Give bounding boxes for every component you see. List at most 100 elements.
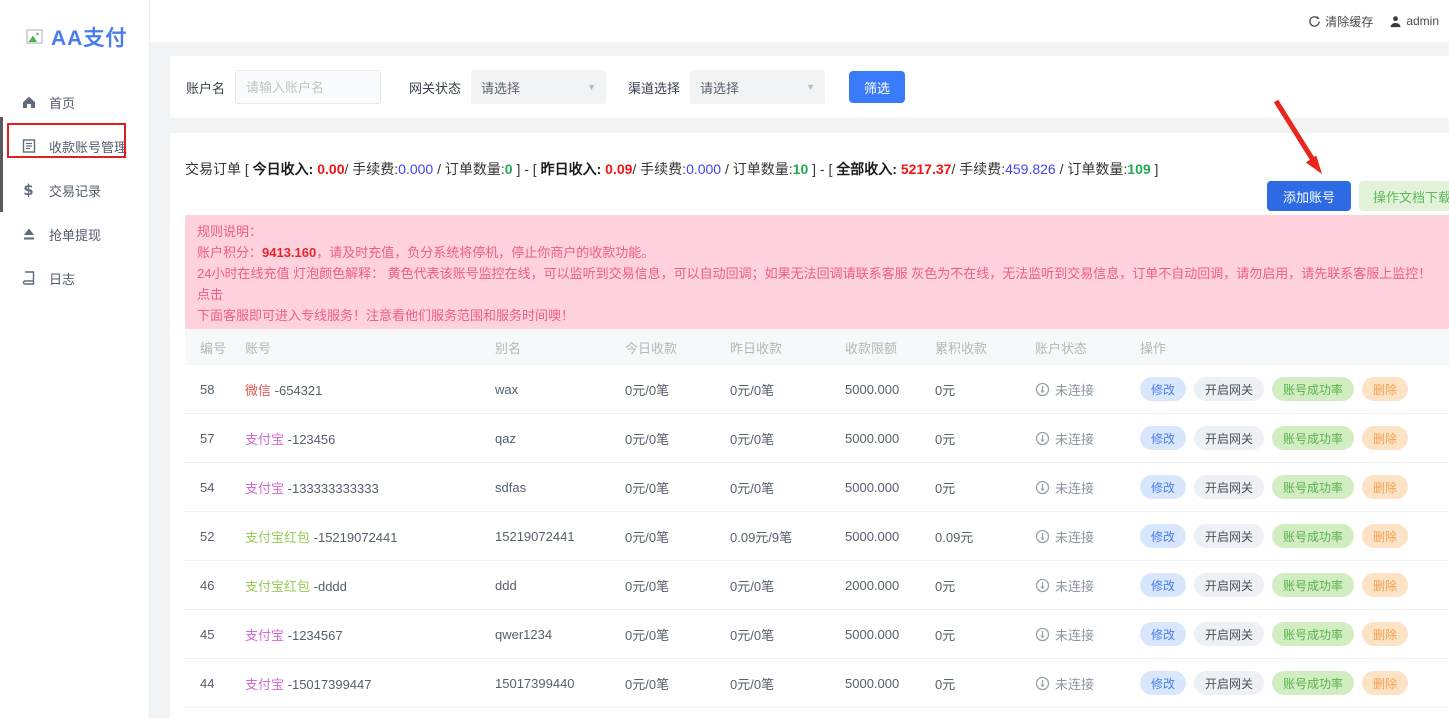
col-header: 今日收款 bbox=[625, 338, 730, 357]
edit-button[interactable]: 修改 bbox=[1140, 622, 1186, 646]
col-header: 收款限额 bbox=[845, 338, 935, 357]
sidebar-item-label: 抢单提现 bbox=[49, 225, 101, 244]
delete-button[interactable]: 删除 bbox=[1362, 622, 1408, 646]
cell-alias: 15219072441 bbox=[495, 529, 625, 544]
channel-select-label: 渠道选择 bbox=[628, 78, 680, 97]
channel-label: 支付宝 bbox=[245, 677, 284, 692]
cell-total-income: 0元 bbox=[935, 429, 1035, 448]
channel-label: 支付宝红包 bbox=[245, 530, 310, 545]
sidebar-item-transactions[interactable]: $ 交易记录 bbox=[0, 168, 149, 212]
chevron-down-icon: ▼ bbox=[587, 82, 596, 92]
dollar-icon: $ bbox=[20, 181, 37, 199]
cell-id: 58 bbox=[200, 382, 245, 397]
edit-button[interactable]: 修改 bbox=[1140, 475, 1186, 499]
edit-button[interactable]: 修改 bbox=[1140, 573, 1186, 597]
channel-label: 支付宝 bbox=[245, 481, 284, 496]
account-number: -dddd bbox=[314, 579, 347, 594]
cell-id: 54 bbox=[200, 480, 245, 495]
open-gateway-button[interactable]: 开启网关 bbox=[1194, 573, 1264, 597]
channel-select[interactable]: 请选择 ▼ bbox=[690, 70, 825, 104]
cell-total-income: 0.09元 bbox=[935, 527, 1035, 546]
cell-total-income: 0元 bbox=[935, 674, 1035, 693]
brand-title: AA支付 bbox=[51, 22, 127, 52]
success-rate-button[interactable]: 账号成功率 bbox=[1272, 524, 1354, 548]
delete-button[interactable]: 删除 bbox=[1362, 426, 1408, 450]
open-gateway-button[interactable]: 开启网关 bbox=[1194, 622, 1264, 646]
rules-notice: 规则说明： 账户积分：9413.160，请及时充值，负分系统将停机，停止你商户的… bbox=[185, 215, 1449, 334]
edit-button[interactable]: 修改 bbox=[1140, 524, 1186, 548]
filter-button[interactable]: 筛选 bbox=[849, 71, 905, 103]
cell-account: 支付宝 -1234567 bbox=[245, 625, 495, 644]
open-gateway-button[interactable]: 开启网关 bbox=[1194, 426, 1264, 450]
account-name-input[interactable] bbox=[235, 70, 381, 104]
success-rate-button[interactable]: 账号成功率 bbox=[1272, 573, 1354, 597]
sidebar: AA支付 首页 收款账号管理 $ 交易记录 抢单提现 bbox=[0, 0, 150, 718]
table-row: 57支付宝 -123456qaz0元/0笔0元/0笔5000.0000元未连接修… bbox=[185, 414, 1449, 463]
account-number: -123456 bbox=[288, 432, 336, 447]
success-rate-button[interactable]: 账号成功率 bbox=[1272, 622, 1354, 646]
cell-limit: 5000.000 bbox=[845, 529, 935, 544]
panel-actions: 添加账号 操作文档下载 bbox=[1267, 181, 1449, 211]
add-account-button[interactable]: 添加账号 bbox=[1267, 181, 1351, 211]
disconnected-icon bbox=[1035, 676, 1050, 691]
open-gateway-button[interactable]: 开启网关 bbox=[1194, 524, 1264, 548]
doc-download-button[interactable]: 操作文档下载 bbox=[1359, 181, 1449, 211]
open-gateway-button[interactable]: 开启网关 bbox=[1194, 475, 1264, 499]
notice-line: 24小时在线充值 灯泡颜色解释： 黄色代表该账号监控在线，可以监听到交易信息，可… bbox=[197, 263, 1437, 305]
col-header: 账号 bbox=[245, 338, 495, 357]
notice-line: 规则说明： bbox=[197, 221, 1437, 242]
sidebar-item-accounts[interactable]: 收款账号管理 bbox=[0, 124, 149, 168]
notice-line: 账户积分：9413.160，请及时充值，负分系统将停机，停止你商户的收款功能。 bbox=[197, 242, 1437, 263]
delete-button[interactable]: 删除 bbox=[1362, 671, 1408, 695]
edit-button[interactable]: 修改 bbox=[1140, 426, 1186, 450]
cell-account: 微信 -654321 bbox=[245, 380, 495, 399]
user-menu[interactable]: admin bbox=[1389, 14, 1439, 28]
col-header: 账户状态 bbox=[1035, 338, 1140, 357]
cell-id: 45 bbox=[200, 627, 245, 642]
table-header-row: 编号 账号 别名 今日收款 昨日收款 收款限额 累积收款 账户状态 操作 bbox=[185, 329, 1449, 365]
username-label: admin bbox=[1406, 14, 1439, 28]
open-gateway-button[interactable]: 开启网关 bbox=[1194, 671, 1264, 695]
channel-label: 支付宝红包 bbox=[245, 579, 310, 594]
status-label: 未连接 bbox=[1055, 478, 1094, 497]
cell-actions: 修改开启网关账号成功率删除 bbox=[1140, 426, 1449, 450]
cell-id: 52 bbox=[200, 529, 245, 544]
success-rate-button[interactable]: 账号成功率 bbox=[1272, 475, 1354, 499]
cell-yesterday-income: 0元/0笔 bbox=[730, 576, 845, 595]
gateway-status-select[interactable]: 请选择 ▼ bbox=[471, 70, 606, 104]
account-number: -15017399447 bbox=[288, 677, 372, 692]
left-scrollbar-thumb bbox=[0, 117, 3, 212]
brand-logo[interactable]: AA支付 bbox=[0, 0, 149, 52]
accounts-panel: 交易订单 [ 今日收入: 0.00/ 手续费:0.000 / 订单数量:0 ] … bbox=[170, 133, 1449, 718]
edit-button[interactable]: 修改 bbox=[1140, 377, 1186, 401]
account-number: -15219072441 bbox=[314, 530, 398, 545]
cell-alias: wax bbox=[495, 382, 625, 397]
edit-button[interactable]: 修改 bbox=[1140, 671, 1186, 695]
cell-yesterday-income: 0元/0笔 bbox=[730, 380, 845, 399]
delete-button[interactable]: 删除 bbox=[1362, 524, 1408, 548]
delete-button[interactable]: 删除 bbox=[1362, 475, 1408, 499]
delete-button[interactable]: 删除 bbox=[1362, 377, 1408, 401]
cell-limit: 5000.000 bbox=[845, 676, 935, 691]
cell-account: 支付宝 -123456 bbox=[245, 429, 495, 448]
cell-status: 未连接 bbox=[1035, 625, 1140, 644]
cell-yesterday-income: 0.09元/9笔 bbox=[730, 527, 845, 546]
sidebar-item-withdraw[interactable]: 抢单提现 bbox=[0, 212, 149, 256]
success-rate-button[interactable]: 账号成功率 bbox=[1272, 671, 1354, 695]
table-row: 52支付宝红包 -15219072441152190724410元/0笔0.09… bbox=[185, 512, 1449, 561]
channel-label: 支付宝 bbox=[245, 628, 284, 643]
table-body: 58微信 -654321wax0元/0笔0元/0笔5000.0000元未连接修改… bbox=[185, 365, 1449, 708]
sidebar-item-home[interactable]: 首页 bbox=[0, 80, 149, 124]
open-gateway-button[interactable]: 开启网关 bbox=[1194, 377, 1264, 401]
status-label: 未连接 bbox=[1055, 429, 1094, 448]
accounts-table: 编号 账号 别名 今日收款 昨日收款 收款限额 累积收款 账户状态 操作 58微… bbox=[185, 329, 1449, 708]
delete-button[interactable]: 删除 bbox=[1362, 573, 1408, 597]
sidebar-item-logs[interactable]: 日志 bbox=[0, 256, 149, 300]
success-rate-button[interactable]: 账号成功率 bbox=[1272, 377, 1354, 401]
disconnected-icon bbox=[1035, 578, 1050, 593]
account-name-label: 账户名 bbox=[186, 78, 225, 97]
cell-total-income: 0元 bbox=[935, 380, 1035, 399]
sidebar-item-label: 收款账号管理 bbox=[49, 137, 127, 156]
clear-cache-button[interactable]: 清除缓存 bbox=[1308, 13, 1373, 30]
success-rate-button[interactable]: 账号成功率 bbox=[1272, 426, 1354, 450]
